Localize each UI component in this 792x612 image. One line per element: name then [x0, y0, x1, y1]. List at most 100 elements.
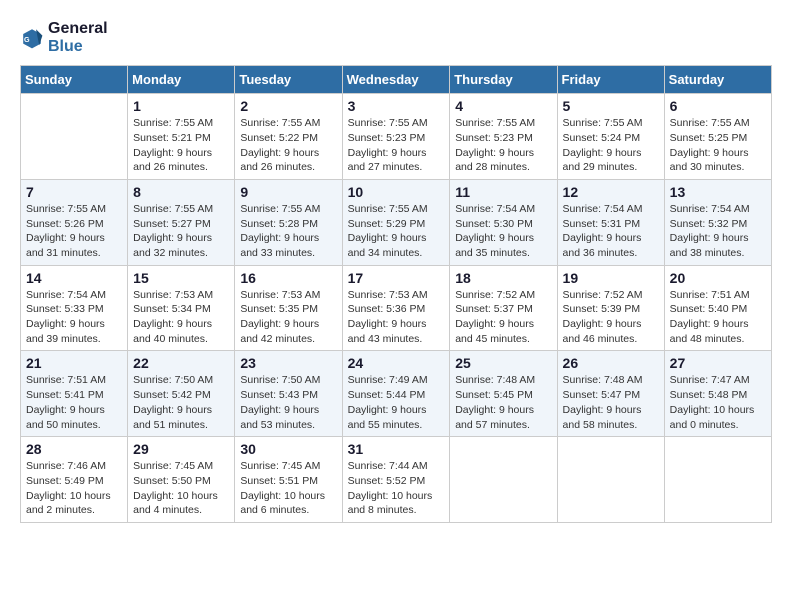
calendar-cell: 9 Sunrise: 7:55 AM Sunset: 5:28 PM Daylig… [235, 179, 342, 265]
calendar-cell: 7 Sunrise: 7:55 AM Sunset: 5:26 PM Daylig… [21, 179, 128, 265]
day-number: 17 [348, 270, 445, 286]
day-info: Sunrise: 7:55 AM Sunset: 5:29 PM Dayligh… [348, 202, 445, 261]
day-info: Sunrise: 7:48 AM Sunset: 5:47 PM Dayligh… [563, 373, 659, 432]
calendar-week-row: 1 Sunrise: 7:55 AM Sunset: 5:21 PM Daylig… [21, 94, 772, 180]
day-info: Sunrise: 7:50 AM Sunset: 5:43 PM Dayligh… [240, 373, 336, 432]
day-number: 9 [240, 184, 336, 200]
day-header-wednesday: Wednesday [342, 66, 450, 94]
day-header-monday: Monday [128, 66, 235, 94]
calendar-cell: 20 Sunrise: 7:51 AM Sunset: 5:40 PM Dayli… [664, 265, 771, 351]
day-number: 29 [133, 441, 229, 457]
calendar-cell: 27Sunrise: 7:47 AM Sunset: 5:48 PM Dayli… [664, 351, 771, 437]
day-info: Sunrise: 7:55 AM Sunset: 5:22 PM Dayligh… [240, 116, 336, 175]
day-info: Sunrise: 7:44 AM Sunset: 5:52 PM Dayligh… [348, 459, 445, 518]
calendar-cell: 10 Sunrise: 7:55 AM Sunset: 5:29 PM Dayli… [342, 179, 450, 265]
day-info: Sunrise: 7:55 AM Sunset: 5:21 PM Dayligh… [133, 116, 229, 175]
calendar-cell: 23 Sunrise: 7:50 AM Sunset: 5:43 PM Dayli… [235, 351, 342, 437]
day-number: 26 [563, 355, 659, 371]
calendar-cell: 26 Sunrise: 7:48 AM Sunset: 5:47 PM Dayli… [557, 351, 664, 437]
day-info: Sunrise: 7:54 AM Sunset: 5:32 PM Dayligh… [670, 202, 766, 261]
calendar-cell: 8Sunrise: 7:55 AM Sunset: 5:27 PM Daylig… [128, 179, 235, 265]
calendar-cell: 5Sunrise: 7:55 AM Sunset: 5:24 PM Daylig… [557, 94, 664, 180]
calendar-cell: 16 Sunrise: 7:53 AM Sunset: 5:35 PM Dayli… [235, 265, 342, 351]
day-number: 22 [133, 355, 229, 371]
day-info: Sunrise: 7:45 AM Sunset: 5:50 PM Dayligh… [133, 459, 229, 518]
calendar-cell [450, 437, 557, 523]
day-info: Sunrise: 7:47 AM Sunset: 5:48 PM Dayligh… [670, 373, 766, 432]
day-number: 4 [455, 98, 551, 114]
day-info: Sunrise: 7:49 AM Sunset: 5:44 PM Dayligh… [348, 373, 445, 432]
calendar-cell [664, 437, 771, 523]
calendar-cell: 17 Sunrise: 7:53 AM Sunset: 5:36 PM Dayli… [342, 265, 450, 351]
day-number: 12 [563, 184, 659, 200]
day-info: Sunrise: 7:52 AM Sunset: 5:37 PM Dayligh… [455, 288, 551, 347]
day-info: Sunrise: 7:51 AM Sunset: 5:40 PM Dayligh… [670, 288, 766, 347]
logo-icon: G [20, 26, 44, 50]
day-number: 21 [26, 355, 122, 371]
calendar-cell: 13 Sunrise: 7:54 AM Sunset: 5:32 PM Dayli… [664, 179, 771, 265]
day-info: Sunrise: 7:55 AM Sunset: 5:23 PM Dayligh… [348, 116, 445, 175]
day-number: 20 [670, 270, 766, 286]
day-header-saturday: Saturday [664, 66, 771, 94]
calendar-table: SundayMondayTuesdayWednesdayThursdayFrid… [20, 65, 772, 523]
calendar-cell: 30 Sunrise: 7:45 AM Sunset: 5:51 PM Dayli… [235, 437, 342, 523]
page-header: G General Blue [20, 20, 772, 55]
day-info: Sunrise: 7:55 AM Sunset: 5:23 PM Dayligh… [455, 116, 551, 175]
day-info: Sunrise: 7:53 AM Sunset: 5:35 PM Dayligh… [240, 288, 336, 347]
calendar-cell: 19 Sunrise: 7:52 AM Sunset: 5:39 PM Dayli… [557, 265, 664, 351]
day-info: Sunrise: 7:50 AM Sunset: 5:42 PM Dayligh… [133, 373, 229, 432]
day-info: Sunrise: 7:54 AM Sunset: 5:33 PM Dayligh… [26, 288, 122, 347]
calendar-cell: 4 Sunrise: 7:55 AM Sunset: 5:23 PM Daylig… [450, 94, 557, 180]
day-number: 31 [348, 441, 445, 457]
calendar-cell: 21 Sunrise: 7:51 AM Sunset: 5:41 PM Dayli… [21, 351, 128, 437]
day-info: Sunrise: 7:55 AM Sunset: 5:26 PM Dayligh… [26, 202, 122, 261]
day-info: Sunrise: 7:54 AM Sunset: 5:30 PM Dayligh… [455, 202, 551, 261]
day-header-sunday: Sunday [21, 66, 128, 94]
day-number: 23 [240, 355, 336, 371]
calendar-cell: 12Sunrise: 7:54 AM Sunset: 5:31 PM Dayli… [557, 179, 664, 265]
calendar-cell: 2 Sunrise: 7:55 AM Sunset: 5:22 PM Daylig… [235, 94, 342, 180]
day-number: 2 [240, 98, 336, 114]
calendar-cell: 3Sunrise: 7:55 AM Sunset: 5:23 PM Daylig… [342, 94, 450, 180]
day-info: Sunrise: 7:53 AM Sunset: 5:36 PM Dayligh… [348, 288, 445, 347]
day-info: Sunrise: 7:55 AM Sunset: 5:27 PM Dayligh… [133, 202, 229, 261]
logo: G General Blue [20, 20, 108, 55]
day-number: 14 [26, 270, 122, 286]
day-number: 10 [348, 184, 445, 200]
day-number: 7 [26, 184, 122, 200]
calendar-cell: 24 Sunrise: 7:49 AM Sunset: 5:44 PM Dayli… [342, 351, 450, 437]
calendar-cell: 18 Sunrise: 7:52 AM Sunset: 5:37 PM Dayli… [450, 265, 557, 351]
calendar-cell [21, 94, 128, 180]
day-info: Sunrise: 7:45 AM Sunset: 5:51 PM Dayligh… [240, 459, 336, 518]
calendar-cell [557, 437, 664, 523]
calendar-week-row: 28Sunrise: 7:46 AM Sunset: 5:49 PM Dayli… [21, 437, 772, 523]
calendar-cell: 22 Sunrise: 7:50 AM Sunset: 5:42 PM Dayli… [128, 351, 235, 437]
day-info: Sunrise: 7:55 AM Sunset: 5:25 PM Dayligh… [670, 116, 766, 175]
day-info: Sunrise: 7:55 AM Sunset: 5:28 PM Dayligh… [240, 202, 336, 261]
calendar-week-row: 21 Sunrise: 7:51 AM Sunset: 5:41 PM Dayli… [21, 351, 772, 437]
day-number: 18 [455, 270, 551, 286]
day-number: 25 [455, 355, 551, 371]
calendar-cell: 31 Sunrise: 7:44 AM Sunset: 5:52 PM Dayli… [342, 437, 450, 523]
calendar-cell: 28Sunrise: 7:46 AM Sunset: 5:49 PM Dayli… [21, 437, 128, 523]
calendar-cell: 14 Sunrise: 7:54 AM Sunset: 5:33 PM Dayli… [21, 265, 128, 351]
day-number: 11 [455, 184, 551, 200]
calendar-cell: 29 Sunrise: 7:45 AM Sunset: 5:50 PM Dayli… [128, 437, 235, 523]
calendar-cell: 25 Sunrise: 7:48 AM Sunset: 5:45 PM Dayli… [450, 351, 557, 437]
day-number: 19 [563, 270, 659, 286]
calendar-cell: 11 Sunrise: 7:54 AM Sunset: 5:30 PM Dayli… [450, 179, 557, 265]
day-number: 15 [133, 270, 229, 286]
day-info: Sunrise: 7:52 AM Sunset: 5:39 PM Dayligh… [563, 288, 659, 347]
svg-text:G: G [24, 35, 30, 44]
day-info: Sunrise: 7:46 AM Sunset: 5:49 PM Dayligh… [26, 459, 122, 518]
day-number: 1 [133, 98, 229, 114]
day-number: 16 [240, 270, 336, 286]
day-info: Sunrise: 7:53 AM Sunset: 5:34 PM Dayligh… [133, 288, 229, 347]
day-info: Sunrise: 7:51 AM Sunset: 5:41 PM Dayligh… [26, 373, 122, 432]
day-number: 30 [240, 441, 336, 457]
day-number: 13 [670, 184, 766, 200]
day-header-friday: Friday [557, 66, 664, 94]
calendar-cell: 6Sunrise: 7:55 AM Sunset: 5:25 PM Daylig… [664, 94, 771, 180]
day-number: 24 [348, 355, 445, 371]
day-info: Sunrise: 7:48 AM Sunset: 5:45 PM Dayligh… [455, 373, 551, 432]
